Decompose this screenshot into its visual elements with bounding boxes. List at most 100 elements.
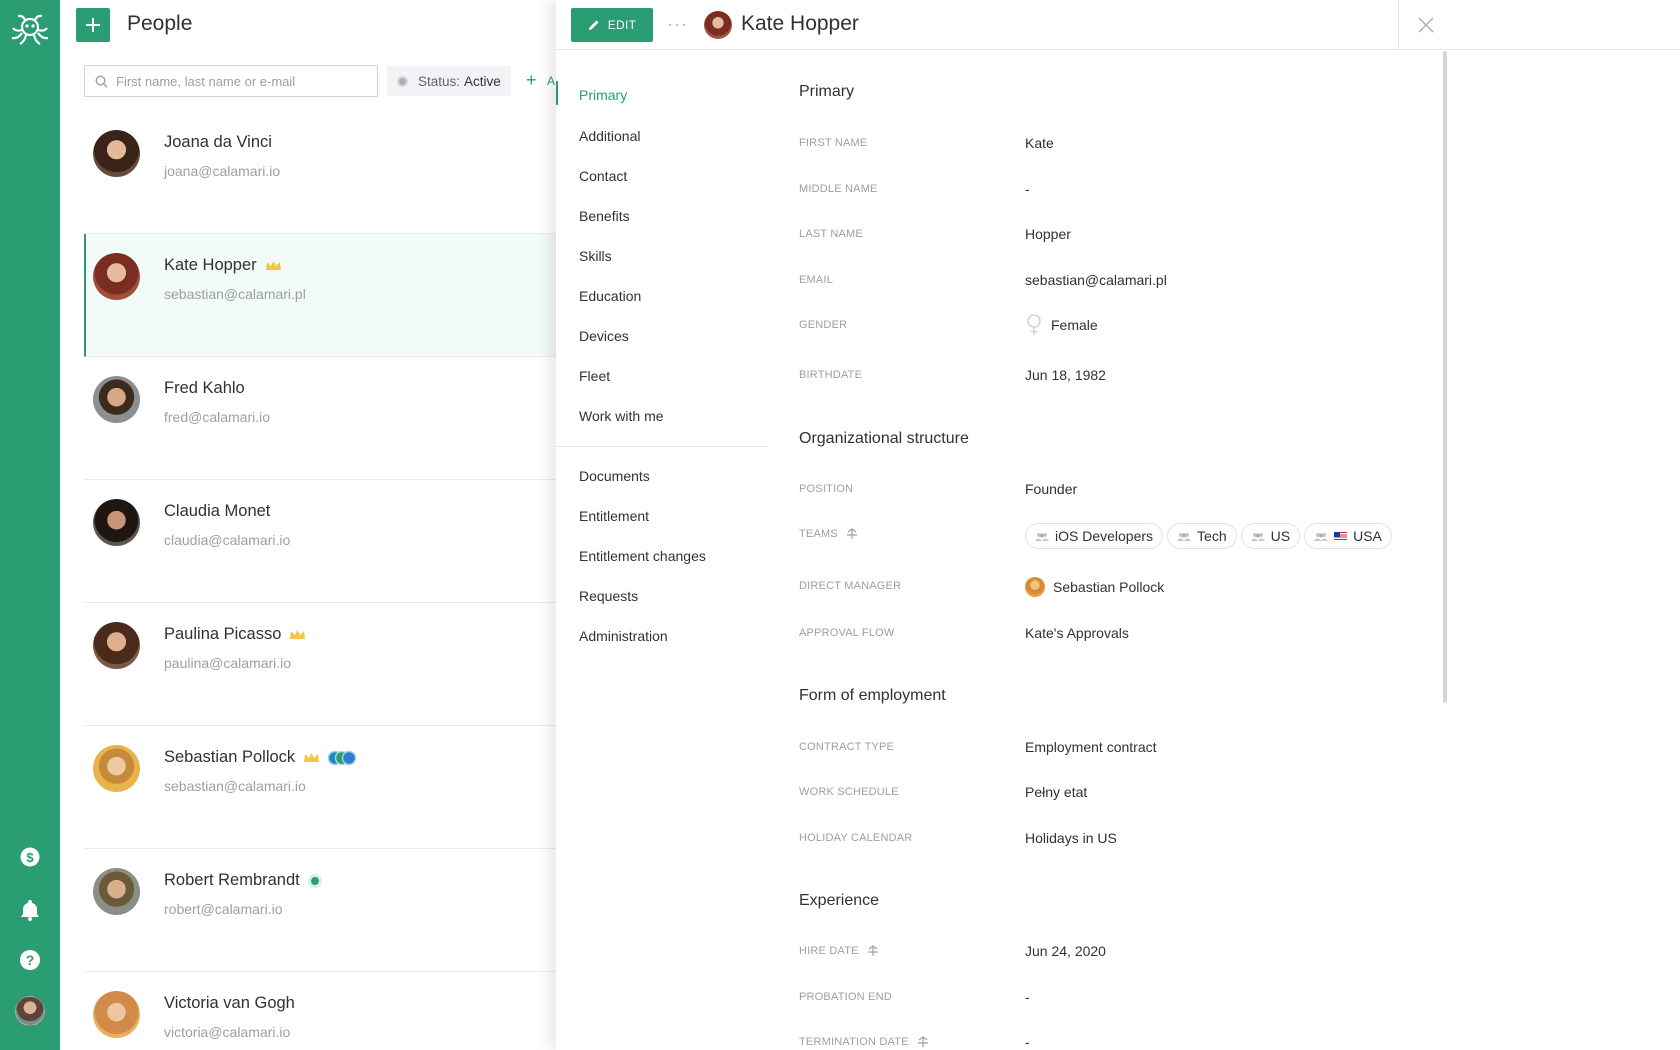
- team-chip[interactable]: iOS Developers: [1025, 523, 1164, 549]
- people-list: Joana da Vinci joana@calamari.io Kate Ho…: [84, 111, 556, 1050]
- person-row[interactable]: Sebastian Pollock sebastian@calamari.io: [84, 726, 556, 849]
- person-email: robert@calamari.io: [164, 901, 283, 917]
- person-email: paulina@calamari.io: [164, 655, 292, 671]
- nav-requests[interactable]: Requests: [556, 576, 768, 616]
- person-row[interactable]: Paulina Picasso paulina@calamari.io: [84, 603, 556, 726]
- team-name: US: [1270, 528, 1291, 544]
- add-filter-label[interactable]: A: [547, 74, 556, 88]
- status-filter-value: Active: [464, 73, 501, 89]
- nav-primary[interactable]: Primary: [556, 73, 768, 116]
- org-tree-icon: [867, 945, 878, 956]
- help-icon[interactable]: ?: [18, 948, 42, 972]
- field-label: WORK SCHEDULE: [799, 786, 899, 798]
- nav-entitlement-changes[interactable]: Entitlement changes: [556, 536, 768, 576]
- person-row[interactable]: Fred Kahlo fred@calamari.io: [84, 357, 556, 480]
- nav-entitlement[interactable]: Entitlement: [556, 496, 768, 536]
- team-chip[interactable]: Tech: [1167, 523, 1237, 549]
- plus-icon: [86, 18, 100, 32]
- person-email: sebastian@calamari.io: [164, 778, 306, 794]
- crown-icon: [265, 261, 281, 270]
- email-value: sebastian@calamari.pl: [1025, 272, 1167, 288]
- add-person-button[interactable]: [76, 8, 110, 42]
- nav-contact[interactable]: Contact: [556, 156, 768, 196]
- status-filter[interactable]: Status: Active: [387, 66, 511, 96]
- app-rail: $ ?: [0, 0, 60, 1050]
- person-name: Joana da Vinci: [164, 133, 272, 151]
- nav-skills[interactable]: Skills: [556, 236, 768, 276]
- nav-fleet[interactable]: Fleet: [556, 356, 768, 396]
- team-name: Tech: [1197, 528, 1227, 544]
- field-label: HOLIDAY CALENDAR: [799, 832, 913, 844]
- person-row-selected[interactable]: Kate Hopper sebastian@calamari.pl: [84, 234, 556, 357]
- field-label: POSITION: [799, 483, 854, 495]
- team-chip[interactable]: US: [1240, 523, 1301, 549]
- crown-icon: [304, 753, 320, 762]
- field-label: LAST NAME: [799, 228, 863, 240]
- birthdate-value: Jun 18, 1982: [1025, 367, 1106, 383]
- approval-value: Kate's Approvals: [1025, 625, 1129, 641]
- field-label: CONTRACT TYPE: [799, 741, 895, 753]
- contract-value: Employment contract: [1025, 739, 1157, 755]
- user-avatar[interactable]: [15, 996, 45, 1026]
- people-icon: [1035, 532, 1049, 541]
- female-icon: [1027, 314, 1041, 335]
- section-nav: Primary Additional Contact Benefits Skil…: [556, 73, 768, 656]
- bell-icon[interactable]: [18, 898, 42, 922]
- termination-value: -: [1025, 1034, 1030, 1050]
- team-chip[interactable]: USA: [1304, 523, 1392, 549]
- avatar: [1025, 577, 1045, 597]
- field-label: DIRECT MANAGER: [799, 580, 902, 592]
- search-input[interactable]: [116, 73, 366, 89]
- us-flag-icon: [1334, 531, 1348, 541]
- avatar: [93, 130, 140, 177]
- team-name: USA: [1353, 528, 1382, 544]
- status-filter-label: Status:: [418, 73, 461, 89]
- manager-name: Sebastian Pollock: [1053, 579, 1165, 595]
- org-tree-icon: [917, 1036, 928, 1047]
- field-label: TERMINATION DATE: [799, 1036, 909, 1048]
- avatar: [93, 499, 140, 546]
- person-row[interactable]: Joana da Vinci joana@calamari.io: [84, 111, 556, 234]
- header-divider: [1398, 0, 1399, 50]
- nav-documents[interactable]: Documents: [556, 456, 768, 496]
- nav-administration[interactable]: Administration: [556, 616, 768, 656]
- people-list-panel: People Status: Active + A Joana da Vinci…: [60, 0, 556, 1050]
- search-field[interactable]: [84, 65, 378, 97]
- holiday-value: Holidays in US: [1025, 830, 1117, 846]
- avatar: [93, 376, 140, 423]
- person-row[interactable]: Victoria van Gogh victoria@calamari.io: [84, 972, 556, 1050]
- person-row[interactable]: Robert Rembrandt robert@calamari.io: [84, 849, 556, 972]
- person-name: Paulina Picasso: [164, 625, 282, 643]
- nav-divider: [556, 446, 768, 447]
- close-icon[interactable]: [1414, 13, 1438, 37]
- nav-benefits[interactable]: Benefits: [556, 196, 768, 236]
- teams-label: TEAMS: [799, 528, 858, 540]
- manager-value[interactable]: Sebastian Pollock: [1025, 577, 1164, 597]
- scrollbar[interactable]: [1443, 51, 1447, 703]
- avatar: [93, 622, 140, 669]
- nav-education[interactable]: Education: [556, 276, 768, 316]
- nav-additional[interactable]: Additional: [556, 116, 768, 156]
- nav-devices[interactable]: Devices: [556, 316, 768, 356]
- nav-work-with-me[interactable]: Work with me: [556, 396, 768, 436]
- probation-value: -: [1025, 989, 1030, 1005]
- field-label: APPROVAL FLOW: [799, 627, 895, 639]
- person-name: Sebastian Pollock: [164, 748, 296, 766]
- field-label: BIRTHDATE: [799, 369, 863, 381]
- field-label: FIRST NAME: [799, 137, 868, 149]
- edit-button[interactable]: EDIT: [571, 8, 653, 42]
- dollar-icon[interactable]: $: [18, 845, 42, 869]
- octopus-logo-icon[interactable]: [8, 12, 52, 48]
- list-header: People: [60, 0, 556, 50]
- add-filter-plus-icon[interactable]: +: [526, 70, 537, 91]
- gender-value: Female: [1025, 314, 1098, 336]
- avatar: [93, 868, 140, 915]
- org-tree-icon: [846, 528, 857, 539]
- field-label: HIRE DATE: [799, 945, 859, 957]
- avatar: [93, 991, 140, 1038]
- section-title-employment: Form of employment: [799, 687, 946, 704]
- person-name: Kate Hopper: [164, 256, 257, 274]
- people-icon: [1314, 532, 1329, 541]
- person-row[interactable]: Claudia Monet claudia@calamari.io: [84, 480, 556, 603]
- more-options-icon[interactable]: ···: [667, 14, 688, 35]
